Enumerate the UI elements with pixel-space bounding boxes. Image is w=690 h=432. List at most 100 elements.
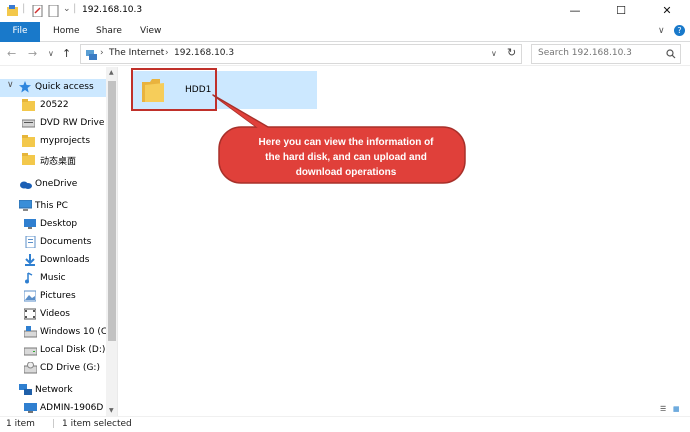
status-bar: 1 item | 1 item selected bbox=[0, 416, 690, 432]
sidebar-item-label: OneDrive bbox=[35, 179, 78, 189]
sidebar-item-desktop[interactable]: Desktop bbox=[0, 216, 106, 234]
back-button[interactable]: ← bbox=[7, 47, 16, 60]
sidebar-item-dongtai-zhuomian[interactable]: 动态桌面 bbox=[0, 151, 106, 169]
sidebar-item-pictures[interactable]: Pictures bbox=[0, 288, 106, 306]
minimize-button[interactable]: — bbox=[552, 0, 598, 22]
file-list: HDD1 ☰ ▦ bbox=[119, 67, 690, 416]
sidebar-item-label: Windows 10 (C:) bbox=[40, 327, 114, 337]
network-location-icon bbox=[86, 50, 97, 60]
sidebar-item-quick-access[interactable]: ∨ Quick access bbox=[0, 79, 106, 97]
tab-file[interactable]: File bbox=[0, 22, 40, 42]
recent-locations-button[interactable]: ∨ bbox=[48, 49, 54, 58]
qat-separator: | bbox=[22, 3, 26, 14]
sidebar-item-label: Music bbox=[40, 273, 66, 283]
cd-icon bbox=[24, 362, 37, 374]
pictures-icon bbox=[24, 290, 36, 302]
chevron-down-icon[interactable]: ∨ bbox=[7, 80, 14, 90]
sidebar-item-downloads[interactable]: Downloads bbox=[0, 252, 106, 270]
sidebar-item-admin-pc[interactable]: ADMIN-1906DDV bbox=[0, 400, 106, 416]
sidebar-item-label: DVD RW Drive (E bbox=[40, 118, 117, 128]
sidebar-item-label: myprojects bbox=[40, 136, 91, 146]
close-button[interactable]: ✕ bbox=[644, 0, 690, 22]
tab-home[interactable]: Home bbox=[53, 22, 80, 42]
address-dropdown-button[interactable]: ∨ bbox=[491, 49, 497, 58]
star-icon bbox=[19, 81, 31, 93]
folder-icon bbox=[22, 153, 35, 165]
callout-line: the hard disk, and can upload and bbox=[265, 152, 427, 163]
search-icon[interactable] bbox=[666, 49, 676, 59]
sidebar-item-music[interactable]: Music bbox=[0, 270, 106, 288]
videos-icon bbox=[24, 308, 36, 320]
sidebar-item-label: ADMIN-1906DDV bbox=[40, 403, 104, 413]
sidebar-item-label: Downloads bbox=[40, 255, 90, 265]
scroll-up-icon[interactable]: ▲ bbox=[109, 69, 114, 76]
properties-icon[interactable] bbox=[32, 5, 43, 17]
window-title: 192.168.10.3 bbox=[82, 5, 143, 15]
computer-icon bbox=[24, 403, 37, 413]
sidebar-item-documents[interactable]: Documents bbox=[0, 234, 106, 252]
callout-line: Here you can view the information of bbox=[258, 137, 434, 148]
sidebar-item-this-pc[interactable]: This PC bbox=[0, 198, 106, 216]
sidebar-item-windows-10-c[interactable]: Windows 10 (C:) bbox=[0, 324, 114, 342]
sidebar-item-20522[interactable]: 20522 bbox=[0, 97, 106, 115]
crumb-host[interactable]: 192.168.10.3 bbox=[174, 48, 234, 58]
address-bar[interactable]: › The Internet › 192.168.10.3 ∨ ↻ bbox=[80, 44, 522, 64]
callout-text: Here you can view the information of the… bbox=[226, 135, 466, 180]
sidebar-item-label: Local Disk (D:) bbox=[40, 345, 106, 355]
tab-view[interactable]: View bbox=[140, 22, 161, 42]
cloud-icon bbox=[20, 181, 32, 189]
sidebar-item-onedrive[interactable]: OneDrive bbox=[0, 176, 106, 194]
drive-icon bbox=[24, 326, 37, 338]
crumb-the-internet[interactable]: The Internet bbox=[109, 48, 164, 58]
sidebar-item-label: Quick access bbox=[35, 82, 94, 92]
folder-icon bbox=[22, 99, 35, 111]
scrollbar-thumb[interactable] bbox=[108, 81, 116, 341]
sidebar-item-myprojects[interactable]: myprojects bbox=[0, 133, 106, 151]
search-input[interactable] bbox=[538, 48, 658, 58]
folder-window-icon bbox=[7, 5, 18, 16]
drive-icon bbox=[24, 347, 37, 356]
sidebar-item-videos[interactable]: Videos bbox=[0, 306, 106, 324]
sidebar-item-label: 20522 bbox=[40, 100, 69, 110]
sidebar-item-label: Videos bbox=[40, 309, 70, 319]
sidebar-item-local-disk-d[interactable]: Local Disk (D:) bbox=[0, 342, 106, 360]
help-icon[interactable]: ? bbox=[674, 25, 685, 36]
sidebar-item-dvd-rw-drive[interactable]: DVD RW Drive (E bbox=[0, 115, 116, 133]
scroll-down-icon[interactable]: ▼ bbox=[109, 407, 114, 414]
sidebar-item-label: This PC bbox=[35, 201, 68, 211]
ribbon-expand-icon[interactable]: ∨ bbox=[658, 26, 665, 36]
refresh-button[interactable]: ↻ bbox=[507, 46, 516, 59]
large-icons-view-icon[interactable]: ▦ bbox=[673, 405, 680, 413]
maximize-button[interactable]: ☐ bbox=[598, 0, 644, 22]
search-box[interactable] bbox=[531, 44, 681, 64]
downloads-icon bbox=[25, 254, 35, 266]
highlight-box bbox=[131, 68, 217, 111]
sidebar-item-cd-drive-g[interactable]: CD Drive (G:) bbox=[0, 360, 106, 378]
up-button[interactable]: ↑ bbox=[62, 47, 71, 60]
pc-icon bbox=[19, 200, 32, 211]
sidebar-item-network[interactable]: Network bbox=[0, 382, 106, 400]
status-separator: | bbox=[52, 419, 56, 429]
tab-share[interactable]: Share bbox=[96, 22, 122, 42]
dvd-icon bbox=[22, 119, 35, 128]
callout-line: download operations bbox=[295, 167, 397, 178]
title-separator: | bbox=[73, 3, 77, 14]
qat-dropdown-icon[interactable]: ⌄ bbox=[63, 4, 71, 14]
new-folder-icon[interactable] bbox=[48, 5, 59, 17]
navigation-pane: ∨ Quick access 20522 DVD RW Drive (E myp… bbox=[0, 67, 118, 416]
forward-button[interactable]: → bbox=[28, 47, 37, 60]
item-count: 1 item bbox=[6, 419, 35, 429]
sidebar-scrollbar[interactable]: ▲ ▼ bbox=[106, 67, 117, 416]
folder-icon bbox=[22, 135, 35, 147]
navigation-bar: ← → ∨ ↑ › The Internet › 192.168.10.3 ∨ … bbox=[0, 42, 690, 66]
sidebar-item-label: Desktop bbox=[40, 219, 78, 229]
details-view-icon[interactable]: ☰ bbox=[660, 405, 666, 413]
sidebar-item-label: 动态桌面 bbox=[40, 157, 77, 167]
desktop-icon bbox=[24, 219, 36, 229]
sidebar-item-label: Pictures bbox=[40, 291, 76, 301]
sidebar-item-label: Documents bbox=[40, 237, 92, 247]
music-icon bbox=[25, 272, 33, 284]
sidebar-item-label: CD Drive (G:) bbox=[40, 363, 100, 373]
crumb-separator: › bbox=[165, 48, 169, 58]
ribbon-tabs: File Home Share View ∨ ? bbox=[0, 22, 690, 42]
